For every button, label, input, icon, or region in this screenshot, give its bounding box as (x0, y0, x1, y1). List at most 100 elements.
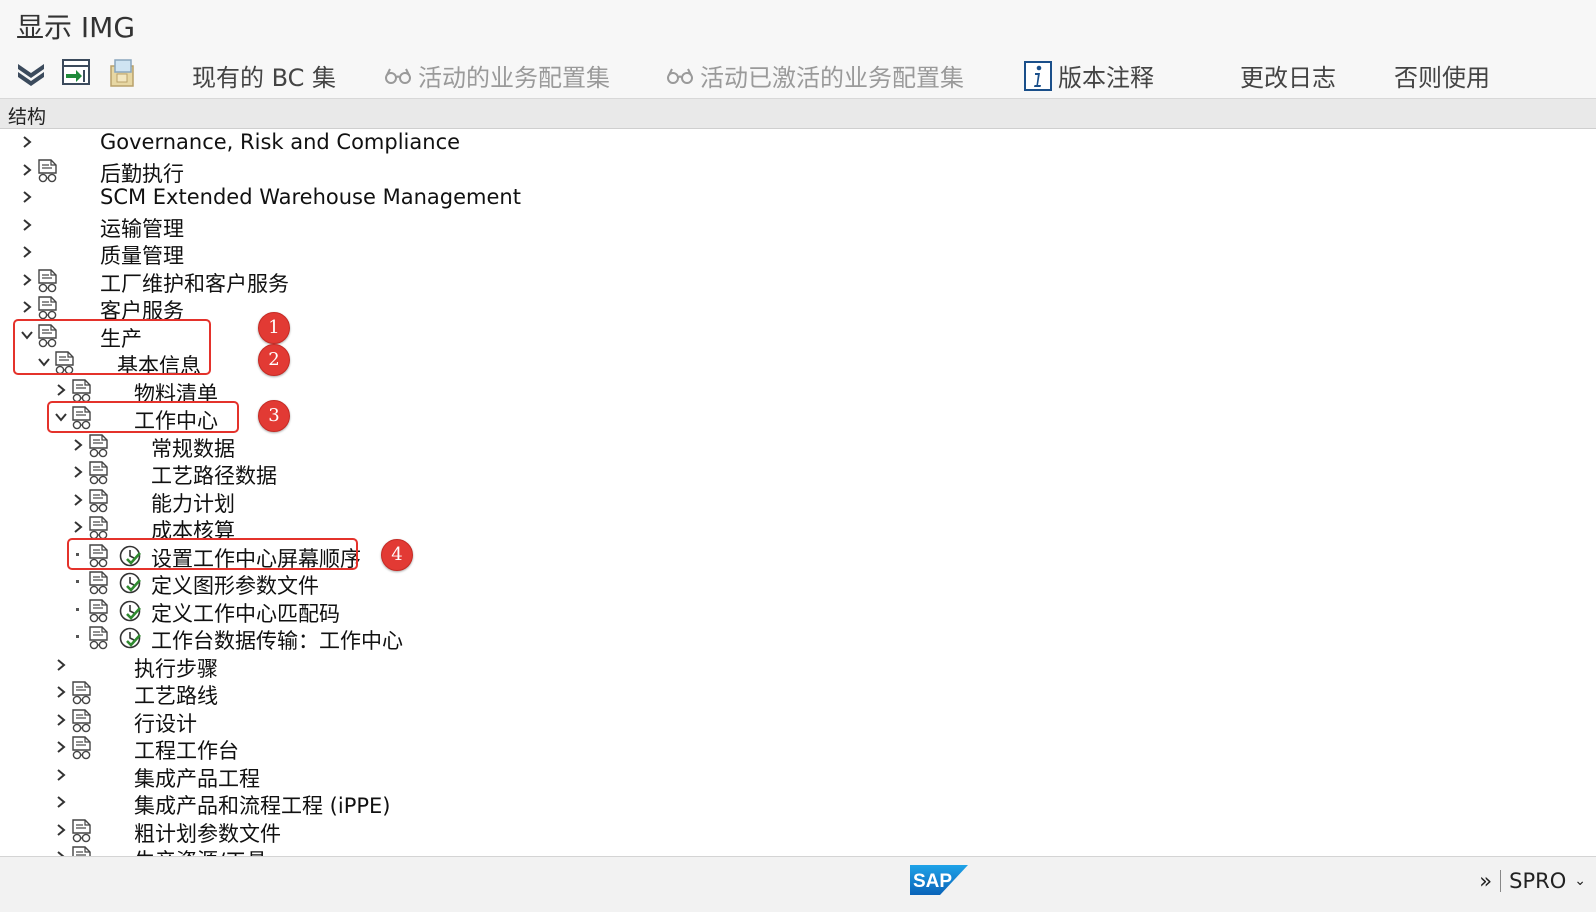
chevron-right-icon[interactable] (71, 435, 85, 455)
tree-node-label[interactable]: 后勤执行 (100, 158, 184, 188)
status-expand-chevrons[interactable]: » (1479, 869, 1492, 893)
tree-node[interactable]: 常规数据 (0, 432, 900, 461)
tree-node-label[interactable]: 工作台数据传输：工作中心 (151, 625, 403, 655)
chevron-right-icon[interactable] (54, 737, 68, 757)
chevron-right-icon[interactable] (54, 765, 68, 785)
tree-node[interactable]: 行设计 (0, 707, 900, 736)
tree-node[interactable]: 成本核算 (0, 514, 900, 543)
tree-node[interactable]: 集成产品和流程工程 (iPPE) (0, 789, 900, 818)
documentation-icon[interactable] (37, 158, 59, 183)
documentation-icon[interactable] (88, 488, 110, 513)
documentation-icon[interactable] (88, 516, 110, 540)
tree-node-label[interactable]: 定义工作中心匹配码 (151, 598, 340, 628)
chevron-right-icon[interactable] (54, 682, 68, 702)
change-log-button[interactable]: 更改日志 (1240, 58, 1336, 93)
documentation-icon[interactable] (71, 818, 93, 843)
execute-clock-icon[interactable] (118, 571, 142, 595)
tree-node[interactable]: 集成产品工程 (0, 762, 900, 791)
tree-node-label[interactable]: SCM Extended Warehouse Management (100, 185, 521, 209)
tree-node[interactable]: 后勤执行 (0, 157, 900, 186)
tree-node-label[interactable]: 工厂维护和客户服务 (100, 268, 289, 298)
annotation-highlight-box (47, 401, 239, 433)
chevron-right-icon[interactable] (54, 847, 68, 856)
chevron-right-icon[interactable] (20, 270, 34, 290)
documentation-icon[interactable] (37, 296, 59, 320)
tree-node-label[interactable]: 执行步骤 (134, 653, 218, 683)
tree-node[interactable]: 生产资源/工具 (0, 844, 900, 856)
tree-node[interactable]: 粗计划参数文件 (0, 817, 900, 846)
tree-node[interactable]: SCM Extended Warehouse Management (0, 184, 900, 211)
tree-node[interactable]: 工程工作台 (0, 734, 900, 763)
release-notes-button[interactable]: 版本注释 (1024, 58, 1154, 93)
tree-node[interactable]: 定义图形参数文件 (0, 569, 900, 598)
execute-clock-icon[interactable] (118, 626, 142, 650)
chevron-right-icon[interactable] (20, 160, 34, 180)
tree-node-label[interactable]: 工艺路线 (134, 680, 218, 710)
documentation-icon[interactable] (88, 626, 110, 650)
chevron-right-icon[interactable] (20, 297, 34, 317)
documentation-icon[interactable] (71, 681, 93, 705)
chevron-right-icon[interactable] (20, 187, 34, 207)
tree-node-label[interactable]: 能力计划 (151, 488, 235, 518)
chevron-down-icon[interactable]: ⌄ (1574, 873, 1586, 889)
tree-node[interactable]: 工艺路线 (0, 679, 900, 708)
tree-node-label[interactable]: Governance, Risk and Compliance (100, 130, 460, 154)
activated-bc-sets-label: 活动已激活的业务配置集 (700, 64, 964, 92)
chevron-right-icon[interactable] (20, 132, 34, 152)
tree-node[interactable]: 运输管理 (0, 212, 900, 241)
execute-clock-icon[interactable] (118, 599, 142, 623)
documentation-icon[interactable] (71, 846, 93, 856)
tree-node-label[interactable]: 集成产品和流程工程 (iPPE) (134, 790, 391, 820)
tree-node[interactable]: Governance, Risk and Compliance (0, 129, 900, 156)
documentation-icon[interactable] (71, 378, 93, 403)
tree-node[interactable]: 执行步骤 (0, 652, 900, 681)
activated-bc-sets-button[interactable]: 活动已激活的业务配置集 (666, 58, 964, 93)
documentation-icon[interactable] (88, 598, 110, 623)
chevron-right-icon[interactable] (71, 517, 85, 537)
tree-node-label[interactable]: 工艺路径数据 (151, 460, 277, 490)
tree-node-label[interactable]: 生产资源/工具 (134, 845, 267, 856)
tree-node-label[interactable]: 定义图形参数文件 (151, 570, 319, 600)
tree-node-label[interactable]: 行设计 (134, 708, 197, 738)
chevron-right-icon[interactable] (71, 490, 85, 510)
documentation-icon[interactable] (37, 268, 59, 293)
tree-node-label[interactable]: 常规数据 (151, 433, 235, 463)
chevron-right-icon[interactable] (54, 710, 68, 730)
annotation-number-badge: 4 (381, 539, 413, 571)
chevron-right-icon[interactable] (71, 462, 85, 482)
documentation-icon[interactable] (71, 708, 93, 733)
tree-node-label[interactable]: 集成产品工程 (134, 763, 260, 793)
chevron-right-icon[interactable] (20, 215, 34, 235)
expand-all-icon[interactable] (14, 56, 48, 90)
active-bc-sets-button[interactable]: 活动的业务配置集 (384, 58, 610, 93)
tree-node-label[interactable]: 工程工作台 (134, 735, 239, 765)
chevron-right-icon[interactable] (54, 380, 68, 400)
chevron-right-icon[interactable] (54, 792, 68, 812)
status-right-area: » SPRO ⌄ (1479, 869, 1586, 893)
chevron-right-icon[interactable] (54, 655, 68, 675)
tree-node[interactable]: 物料清单 (0, 377, 900, 406)
svg-text:SAP: SAP (913, 871, 952, 892)
tree-node[interactable]: 工作台数据传输：工作中心 (0, 624, 900, 653)
where-used-button[interactable]: 否则使用 (1394, 58, 1490, 93)
documentation-icon[interactable] (88, 571, 110, 595)
documentation-icon[interactable] (88, 461, 110, 485)
documentation-icon[interactable] (88, 433, 110, 458)
tree-node[interactable]: 质量管理 (0, 239, 900, 268)
bc-set-icon[interactable] (106, 56, 140, 90)
tree-node[interactable]: 能力计划 (0, 487, 900, 516)
chevron-right-icon[interactable] (20, 242, 34, 262)
tree-node[interactable]: 定义工作中心匹配码 (0, 597, 900, 626)
tree-node[interactable]: 工厂维护和客户服务 (0, 267, 900, 296)
transfer-icon[interactable] (60, 56, 94, 90)
transaction-code[interactable]: SPRO (1509, 869, 1566, 893)
tree-node[interactable]: 客户服务 (0, 294, 900, 323)
glasses-icon (667, 68, 693, 84)
tree-node-label[interactable]: 质量管理 (100, 240, 184, 270)
existing-bc-sets-button[interactable]: 现有的 BC 集 (192, 58, 336, 93)
chevron-right-icon[interactable] (54, 820, 68, 840)
tree-node[interactable]: 工艺路径数据 (0, 459, 900, 488)
documentation-icon[interactable] (71, 736, 93, 760)
tree-node-label[interactable]: 运输管理 (100, 213, 184, 243)
tree-node-label[interactable]: 粗计划参数文件 (134, 818, 281, 848)
